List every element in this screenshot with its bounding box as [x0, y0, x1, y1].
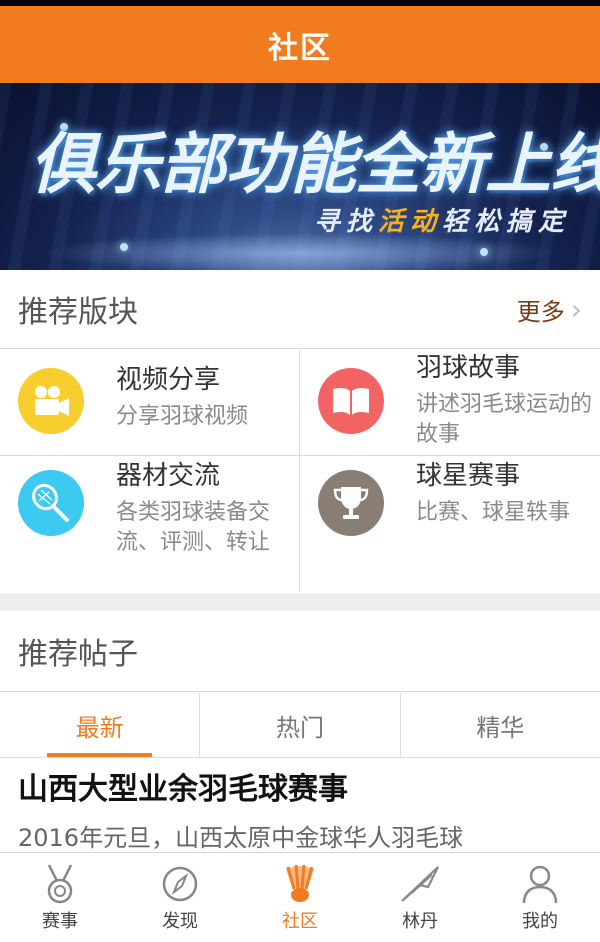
- trophy-icon: [318, 470, 384, 536]
- banner-subline-part: 寻找: [313, 207, 378, 237]
- player-logo-icon: [401, 866, 439, 902]
- section-item-name: 羽球故事: [416, 353, 521, 383]
- promo-banner[interactable]: 俱乐部功能全新上线 寻找活动轻松搞定: [0, 83, 600, 270]
- banner-headline: 俱乐部功能全新上线: [30, 126, 600, 203]
- banner-sparkle: [120, 243, 128, 251]
- video-camera-icon: [18, 368, 84, 434]
- nav-label: 社区: [282, 911, 318, 932]
- tab-label: 精华: [476, 713, 525, 742]
- shuttlecock-icon: [286, 864, 314, 902]
- user-icon: [522, 865, 558, 904]
- nav-item-events[interactable]: 赛事: [0, 853, 120, 942]
- title-bar: 社区: [0, 6, 600, 83]
- section-separator: [0, 593, 600, 611]
- bottom-nav: 赛事 发现 社区 林丹 我的: [0, 852, 600, 942]
- medal-icon: [47, 864, 73, 904]
- banner-subline: 寻找活动轻松搞定: [314, 201, 570, 238]
- section-item-video[interactable]: 视频分享 分享羽球视频: [0, 350, 300, 455]
- section-item-desc: 讲述羽毛球运动的故事: [416, 392, 593, 447]
- section-grid: 视频分享 分享羽球视频 羽球故事 讲述羽毛球运动的故事 器材交流 各类羽球装备交…: [0, 350, 600, 592]
- recommended-sections-header: 推荐版块 更多 ›: [0, 270, 600, 348]
- nav-label: 发现: [162, 911, 198, 932]
- nav-label: 林丹: [402, 911, 438, 932]
- book-icon: [318, 368, 384, 434]
- divider: [0, 348, 600, 349]
- compass-icon: [162, 866, 198, 902]
- section-item-stars[interactable]: 球星赛事 比赛、球星轶事: [300, 456, 600, 592]
- post-item[interactable]: 山西大型业余羽毛球赛事 2016年元旦，山西太原中金球华人羽毛球: [18, 770, 588, 856]
- divider: [0, 757, 600, 758]
- recommended-sections-title: 推荐版块: [18, 295, 138, 330]
- more-button[interactable]: 更多 ›: [517, 292, 582, 327]
- banner-subline-part: 轻松搞定: [441, 207, 570, 237]
- recommended-posts-header: 推荐帖子: [0, 611, 600, 691]
- tab-label: 最新: [75, 713, 124, 742]
- section-item-desc: 比赛、球星轶事: [416, 500, 571, 525]
- nav-item-discover[interactable]: 发现: [120, 853, 240, 942]
- section-item-desc: 各类羽球装备交流、评测、转让: [116, 500, 271, 555]
- post-title: 山西大型业余羽毛球赛事: [18, 772, 348, 807]
- more-label: 更多: [516, 297, 565, 326]
- divider: [0, 691, 600, 692]
- section-item-desc: 分享羽球视频: [116, 404, 249, 429]
- post-excerpt: 2016年元旦，山西太原中金球华人羽毛球: [18, 824, 464, 852]
- nav-item-me[interactable]: 我的: [480, 853, 600, 942]
- post-tabs: 最新 热门 精华: [0, 693, 600, 757]
- tab-hot[interactable]: 热门: [199, 693, 399, 757]
- nav-item-community[interactable]: 社区: [240, 853, 360, 942]
- banner-sparkle: [480, 248, 488, 256]
- racket-icon: [18, 470, 84, 536]
- section-item-name: 视频分享: [116, 365, 221, 395]
- tab-label: 热门: [275, 713, 324, 742]
- nav-label: 我的: [522, 911, 558, 932]
- tab-featured[interactable]: 精华: [399, 693, 600, 757]
- nav-item-lindan[interactable]: 林丹: [360, 853, 480, 942]
- tab-latest[interactable]: 最新: [0, 693, 199, 757]
- nav-label: 赛事: [42, 911, 78, 932]
- banner-subline-highlight: 活动: [377, 207, 442, 237]
- section-item-equipment[interactable]: 器材交流 各类羽球装备交流、评测、转让: [0, 456, 300, 592]
- section-item-name: 球星赛事: [416, 461, 521, 491]
- chevron-right-icon: ›: [570, 292, 582, 326]
- page-title: 社区: [268, 30, 332, 66]
- section-item-name: 器材交流: [116, 461, 221, 491]
- recommended-posts-title: 推荐帖子: [18, 637, 138, 672]
- section-item-story[interactable]: 羽球故事 讲述羽毛球运动的故事: [300, 350, 600, 455]
